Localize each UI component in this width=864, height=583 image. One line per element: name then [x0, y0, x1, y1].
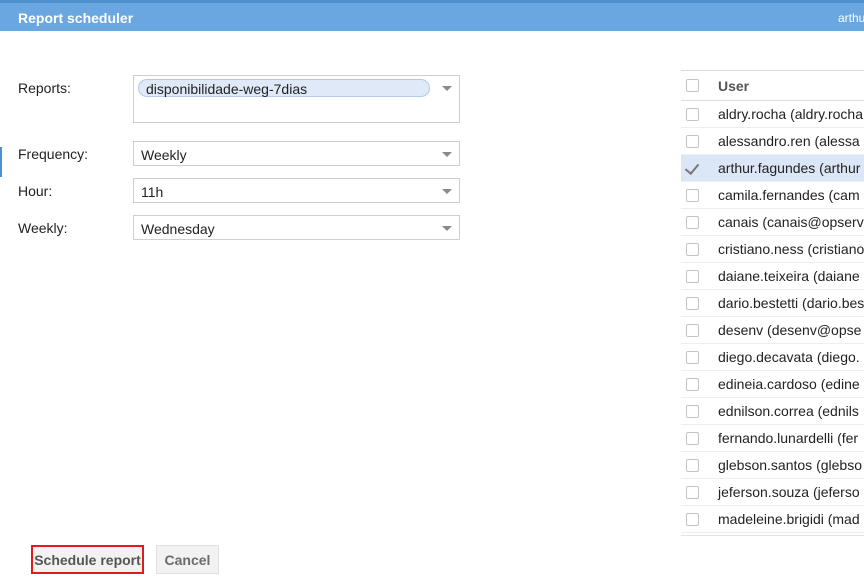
user-row[interactable]: arthur.fagundes (arthur: [681, 155, 864, 182]
user-row-label: desenv (desenv@opse: [718, 322, 862, 338]
user-row-checkbox[interactable]: [686, 405, 699, 418]
user-row-label: camila.fernandes (cam: [718, 187, 860, 203]
user-row-checkbox[interactable]: [686, 216, 699, 229]
user-row-label: aldry.rocha (aldry.rocha: [718, 106, 863, 122]
user-row-label: jeferson.souza (jeferso: [718, 484, 860, 500]
weekly-select[interactable]: Wednesday: [133, 215, 460, 240]
user-row[interactable]: dario.bestetti (dario.bes: [681, 290, 864, 317]
user-row-checkbox[interactable]: [686, 486, 699, 499]
checkmark-icon[interactable]: [686, 162, 699, 175]
weekly-value: Wednesday: [141, 221, 215, 237]
user-row[interactable]: glebson.santos (glebso: [681, 452, 864, 479]
frequency-select[interactable]: Weekly: [133, 141, 460, 166]
user-row-checkbox[interactable]: [686, 243, 699, 256]
user-row-checkbox[interactable]: [686, 351, 699, 364]
cancel-button[interactable]: Cancel: [156, 545, 219, 574]
user-row-checkbox[interactable]: [686, 459, 699, 472]
user-row-label: daiane.teixeira (daiane: [718, 268, 860, 284]
window-titlebar: Report scheduler arthur: [0, 0, 864, 31]
hour-value: 11h: [141, 184, 164, 200]
chevron-down-icon[interactable]: [442, 86, 452, 91]
hour-label: Hour:: [18, 183, 53, 199]
weekly-label: Weekly:: [18, 220, 68, 236]
user-row-checkbox[interactable]: [686, 378, 699, 391]
user-row-label: alessandro.ren (alessa: [718, 133, 860, 149]
schedule-report-button[interactable]: Schedule report: [31, 545, 144, 574]
current-user-label[interactable]: arthur: [838, 11, 864, 25]
user-row[interactable]: diego.decavata (diego.: [681, 344, 864, 371]
user-row-checkbox[interactable]: [686, 189, 699, 202]
reports-label: Reports:: [18, 80, 71, 96]
user-row-checkbox[interactable]: [686, 135, 699, 148]
chevron-down-icon[interactable]: [442, 152, 452, 157]
user-row[interactable]: fernando.lunardelli (fer: [681, 425, 864, 452]
user-row[interactable]: alessandro.ren (alessa: [681, 128, 864, 155]
user-row[interactable]: ednilson.correa (ednils: [681, 398, 864, 425]
user-row[interactable]: jeferson.souza (jeferso: [681, 479, 864, 506]
user-row[interactable]: edineia.cardoso (edine: [681, 371, 864, 398]
user-row-label: diego.decavata (diego.: [718, 349, 860, 365]
user-list-header: User: [681, 70, 864, 101]
user-row[interactable]: aldry.rocha (aldry.rocha: [681, 101, 864, 128]
report-chip-label: disponibilidade-weg-7dias: [146, 81, 308, 97]
user-row[interactable]: canais (canais@opserv: [681, 209, 864, 236]
user-row-label: fernando.lunardelli (fer: [718, 430, 859, 446]
user-row[interactable]: daiane.teixeira (daiane: [681, 263, 864, 290]
frequency-label: Frequency:: [18, 146, 89, 162]
hour-select[interactable]: 11h: [133, 178, 460, 203]
user-row-checkbox[interactable]: [686, 297, 699, 310]
chevron-down-icon[interactable]: [442, 189, 452, 194]
user-row-checkbox[interactable]: [686, 270, 699, 283]
user-row-label: canais (canais@opserv: [718, 214, 864, 230]
user-row[interactable]: desenv (desenv@opse: [681, 317, 864, 344]
window-title: Report scheduler: [18, 10, 134, 26]
frequency-value: Weekly: [141, 147, 187, 163]
user-list[interactable]: User aldry.rocha (aldry.rocha alessandro.…: [681, 70, 864, 536]
report-chip[interactable]: disponibilidade-weg-7dias: [138, 79, 430, 97]
user-row-label: glebson.santos (glebso: [718, 457, 862, 473]
user-row-checkbox[interactable]: [686, 513, 699, 526]
user-row-checkbox[interactable]: [686, 324, 699, 337]
user-row-label: arthur.fagundes (arthur: [718, 160, 861, 176]
user-row-label: edineia.cardoso (edine: [718, 376, 860, 392]
user-row[interactable]: camila.fernandes (cam: [681, 182, 864, 209]
user-row-label: ednilson.correa (ednils: [718, 403, 859, 419]
user-row-label: dario.bestetti (dario.bes: [718, 295, 864, 311]
user-row-checkbox[interactable]: [686, 108, 699, 121]
user-row[interactable]: madeleine.brigidi (mad: [681, 506, 864, 533]
chevron-down-icon[interactable]: [442, 226, 452, 231]
user-row-label: madeleine.brigidi (mad: [718, 511, 860, 527]
panel-edge-marker: [0, 147, 2, 177]
user-row-checkbox[interactable]: [686, 432, 699, 445]
select-all-checkbox[interactable]: [686, 79, 699, 92]
user-row-label: cristiano.ness (cristiano: [718, 241, 864, 257]
user-column-header[interactable]: User: [718, 78, 749, 94]
reports-multiselect[interactable]: disponibilidade-weg-7dias: [133, 75, 460, 123]
user-row[interactable]: cristiano.ness (cristiano: [681, 236, 864, 263]
